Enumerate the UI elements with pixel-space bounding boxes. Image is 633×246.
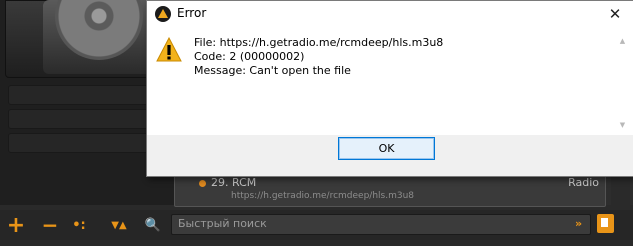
scroll-down-icon[interactable]: ▼	[617, 121, 628, 129]
add-button[interactable]: +	[3, 212, 29, 238]
cover-art-frame	[5, 0, 167, 78]
search-input[interactable]: Быстрый поиск	[178, 217, 267, 230]
notes-icon[interactable]	[597, 214, 614, 233]
code-line: Code: 2 (00000002)	[194, 50, 305, 63]
ok-button[interactable]: OK	[338, 137, 435, 160]
quick-search-field[interactable]: Быстрый поиск »	[171, 214, 591, 235]
sort-icon: ▼▲	[111, 219, 127, 231]
misc-button[interactable]: •:	[66, 213, 92, 237]
scroll-up-icon[interactable]: ▲	[617, 37, 628, 45]
dots-icon: •:	[72, 217, 86, 233]
search-go-icon[interactable]: »	[571, 216, 586, 231]
bottom-toolbar: + − •: ▼▲ 🔍 Быстрый поиск »	[0, 210, 633, 240]
error-message: File: https://h.getradio.me/rcmdeep/hls.…	[194, 36, 443, 78]
aimp-logo-icon	[155, 6, 171, 22]
warning-icon	[156, 37, 182, 62]
error-dialog: Error ✕ File: https://h.getradio.me/rcmd…	[146, 0, 633, 177]
row-url: https://h.getradio.me/rcmdeep/hls.m3u8	[231, 191, 415, 201]
remove-button[interactable]: −	[37, 213, 63, 237]
dialog-title: Error	[177, 6, 207, 20]
minus-icon: −	[41, 213, 59, 237]
search-button[interactable]: 🔍	[140, 213, 166, 237]
file-line: File: https://h.getradio.me/rcmdeep/hls.…	[194, 36, 444, 49]
dialog-titlebar: Error ✕	[147, 1, 633, 27]
close-icon: ✕	[608, 5, 622, 23]
close-button[interactable]: ✕	[596, 1, 633, 27]
dialog-footer: OK	[147, 135, 633, 176]
message-scrollbar[interactable]: ▲ ▼	[617, 37, 628, 129]
playlist-row[interactable]: 29. RCM https://h.getradio.me/rcmdeep/hl…	[174, 172, 606, 207]
dialog-content: File: https://h.getradio.me/rcmdeep/hls.…	[147, 27, 633, 135]
sort-button[interactable]: ▼▲	[104, 213, 134, 237]
row-title: 29. RCM	[211, 176, 257, 189]
playing-indicator-icon	[199, 180, 206, 187]
message-line: Message: Can't open the file	[194, 64, 351, 77]
plus-icon: +	[6, 212, 26, 238]
row-genre: Radio	[568, 176, 599, 189]
search-icon: 🔍	[144, 217, 162, 233]
